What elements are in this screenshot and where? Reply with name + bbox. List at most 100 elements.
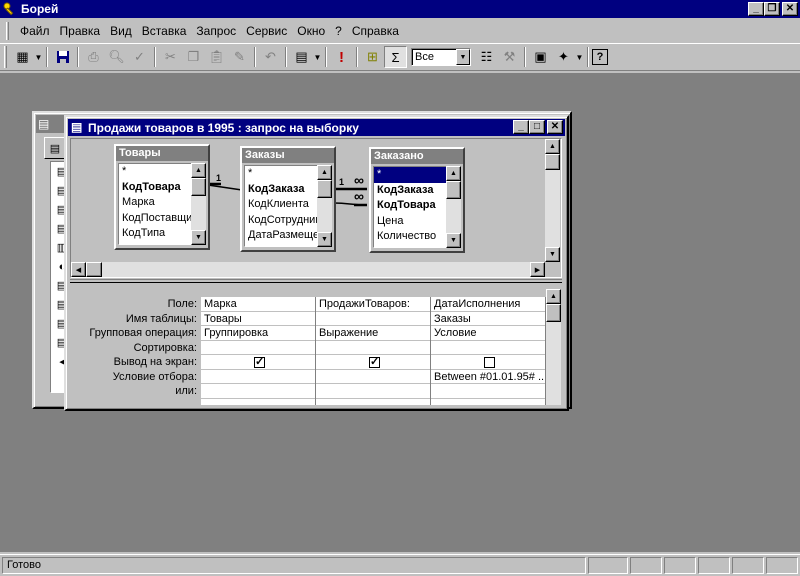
new-object-icon[interactable]: ✦ — [552, 46, 575, 68]
scroll-down-icon[interactable]: ▼ — [317, 232, 332, 247]
grid-cell-show[interactable] — [431, 355, 545, 370]
database-window-icon[interactable]: ▣ — [529, 46, 552, 68]
field-list-order-details[interactable]: Заказано * КодЗаказа КодТовара Цена Коли… — [369, 147, 465, 253]
menu-view[interactable]: Вид — [105, 22, 137, 40]
print-icon[interactable]: ⎙ — [82, 46, 105, 68]
field-item[interactable]: КодСотрудника — [245, 213, 317, 229]
grid-column[interactable]: ПродажиТоваров: Выражение — [316, 297, 431, 405]
menu-help[interactable]: Справка — [347, 22, 404, 40]
menu-insert[interactable]: Вставка — [137, 22, 192, 40]
close-icon[interactable]: ✕ — [782, 2, 798, 16]
grid-cell-field[interactable]: ДатаИсполнения — [431, 297, 545, 312]
menu-query[interactable]: Запрос — [191, 22, 241, 40]
properties-icon[interactable]: ☷ — [475, 46, 498, 68]
field-item[interactable]: КодПоставщика — [119, 211, 191, 227]
pane-splitter[interactable] — [70, 279, 562, 283]
menu-file[interactable]: Файл — [15, 22, 55, 40]
top-values-combo[interactable]: Все ▼ — [411, 48, 471, 66]
field-item[interactable]: Марка — [119, 195, 191, 211]
grid-column[interactable]: Марка Товары Группировка — [201, 297, 316, 405]
minimize-icon[interactable]: _ — [748, 2, 764, 16]
restore-icon[interactable]: ❐ — [764, 2, 780, 16]
table-pane[interactable]: 1 1 ∞ ∞ Товары * КодТовара Марка КодПост… — [70, 138, 562, 278]
table-pane-hscrollbar[interactable]: ◀ ▶ — [71, 262, 545, 277]
grid-cell-sort[interactable] — [316, 341, 430, 355]
field-list[interactable]: * КодТовара Марка КодПоставщика КодТипа — [118, 163, 192, 245]
run-icon[interactable]: ! — [330, 46, 353, 68]
scroll-left-icon[interactable]: ◀ — [71, 262, 86, 277]
grid-cell-field[interactable]: Марка — [201, 297, 315, 312]
undo-icon[interactable]: ↶ — [259, 46, 282, 68]
field-item[interactable]: * — [245, 166, 317, 182]
menu-edit[interactable]: Правка — [55, 22, 106, 40]
paste-icon[interactable]: 📋︎ — [205, 46, 228, 68]
toolbar-grip[interactable] — [4, 46, 7, 68]
scroll-right-icon[interactable]: ▶ — [530, 262, 545, 277]
field-list[interactable]: * КодЗаказа КодТовара Цена Количество — [373, 166, 447, 248]
menu-tools[interactable]: Сервис — [241, 22, 292, 40]
grid-columns[interactable]: Марка Товары Группировка ПродажиТоваров:… — [201, 297, 546, 405]
field-item-selected[interactable]: * — [374, 167, 446, 183]
view-dropdown-icon[interactable]: ▼ — [34, 46, 43, 68]
grid-cell-criteria[interactable] — [201, 370, 315, 384]
field-list-title[interactable]: Товары — [116, 146, 208, 161]
query-window-titlebar[interactable]: ▤ Продажи товаров в 1995 : запрос на выб… — [68, 119, 565, 136]
grid-cell-table[interactable] — [316, 312, 430, 326]
new-object-dropdown-icon[interactable]: ▼ — [575, 46, 584, 68]
field-item[interactable]: * — [119, 164, 191, 180]
field-item[interactable]: Цена — [374, 214, 446, 230]
scroll-down-icon[interactable]: ▼ — [191, 230, 206, 245]
field-list-orders[interactable]: Заказы * КодЗаказа КодКлиента КодСотрудн… — [240, 146, 336, 252]
field-list-title[interactable]: Заказано — [371, 149, 463, 164]
menu-window[interactable]: Окно — [292, 22, 330, 40]
field-list-products[interactable]: Товары * КодТовара Марка КодПоставщика К… — [114, 144, 210, 250]
scroll-down-icon[interactable]: ▼ — [545, 247, 560, 262]
view-icon[interactable]: ▦ — [11, 46, 34, 68]
minimize-icon[interactable]: _ — [513, 120, 529, 134]
field-item[interactable]: КодТовара — [119, 180, 191, 196]
scroll-thumb[interactable] — [546, 304, 561, 322]
field-item[interactable]: КодЗаказа — [374, 183, 446, 199]
print-preview-icon[interactable]: 🔍︎ — [105, 46, 128, 68]
query-grid[interactable]: Поле: Имя таблицы: Групповая операция: С… — [70, 285, 562, 405]
maximize-icon[interactable]: □ — [529, 120, 545, 134]
grid-cell-total[interactable]: Условие — [431, 326, 545, 341]
show-checkbox[interactable] — [484, 357, 495, 369]
grid-cell-or[interactable] — [316, 384, 430, 399]
database-tab[interactable]: ▤ — [44, 137, 66, 159]
grid-cell-criteria[interactable] — [316, 370, 430, 384]
menu-help-question[interactable]: ? — [330, 22, 347, 40]
field-list-scrollbar[interactable]: ▲ ▼ — [446, 166, 461, 248]
scroll-up-icon[interactable]: ▲ — [317, 165, 332, 180]
field-list-scrollbar[interactable]: ▲ ▼ — [191, 163, 206, 245]
show-checkbox[interactable] — [369, 355, 380, 369]
menu-grip[interactable] — [6, 22, 9, 40]
grid-vscrollbar[interactable]: ▲ — [546, 289, 561, 405]
scroll-up-icon[interactable]: ▲ — [545, 139, 560, 154]
spell-check-icon[interactable]: ✓ — [128, 46, 151, 68]
query-design-window[interactable]: ▤ Продажи товаров в 1995 : запрос на выб… — [64, 115, 569, 411]
cut-icon[interactable]: ✂ — [159, 46, 182, 68]
field-item[interactable]: Количество — [374, 229, 446, 245]
scroll-thumb[interactable] — [317, 180, 332, 198]
chevron-down-icon[interactable]: ▼ — [456, 49, 470, 65]
scroll-up-icon[interactable]: ▲ — [446, 166, 461, 181]
copy-icon[interactable]: ❐ — [182, 46, 205, 68]
grid-cell-table[interactable]: Заказы — [431, 312, 545, 326]
save-icon[interactable] — [51, 46, 74, 68]
grid-cell-table[interactable]: Товары — [201, 312, 315, 326]
field-list-title[interactable]: Заказы — [242, 148, 334, 163]
grid-cell-show[interactable] — [316, 355, 430, 370]
scroll-down-icon[interactable]: ▼ — [446, 233, 461, 248]
scroll-thumb[interactable] — [545, 154, 560, 170]
field-item[interactable]: КодКлиента — [245, 197, 317, 213]
close-icon[interactable]: ✕ — [547, 120, 563, 134]
totals-icon[interactable]: Σ — [384, 46, 407, 68]
grid-cell-sort[interactable] — [431, 341, 545, 355]
grid-cell-total[interactable]: Выражение — [316, 326, 430, 341]
format-painter-icon[interactable]: ✎ — [228, 46, 251, 68]
field-item[interactable]: КодТипа — [119, 226, 191, 242]
field-list[interactable]: * КодЗаказа КодКлиента КодСотрудника Дат… — [244, 165, 318, 247]
scroll-up-icon[interactable]: ▲ — [191, 163, 206, 178]
grid-cell-criteria[interactable]: Between #01.01.95# ... — [431, 370, 545, 384]
